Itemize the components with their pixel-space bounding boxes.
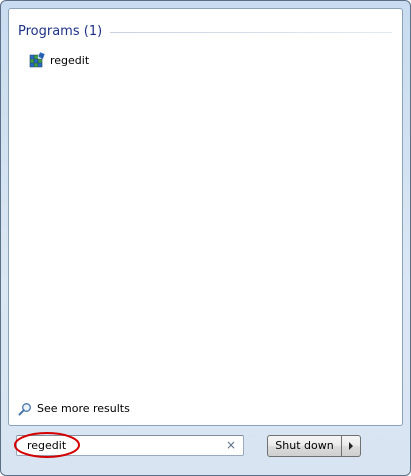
search-results-pane: Programs (1) regedit See more results bbox=[8, 8, 403, 426]
clear-search-icon[interactable]: × bbox=[225, 438, 237, 453]
result-label: regedit bbox=[50, 53, 90, 67]
start-menu: Programs (1) regedit See more results re… bbox=[0, 0, 411, 476]
see-more-results-link[interactable]: See more results bbox=[18, 400, 130, 416]
magnifier-icon bbox=[18, 401, 32, 416]
regedit-icon bbox=[29, 52, 45, 68]
see-more-label: See more results bbox=[37, 401, 130, 415]
shut-down-button[interactable]: Shut down bbox=[267, 435, 342, 457]
shutdown-group: Shut down bbox=[267, 435, 361, 457]
group-title[interactable]: Programs (1) bbox=[18, 24, 102, 39]
search-box[interactable]: × bbox=[16, 435, 244, 456]
chevron-right-icon bbox=[349, 442, 353, 450]
shutdown-options-button[interactable] bbox=[342, 435, 361, 457]
results-group-header: Programs (1) bbox=[18, 24, 392, 39]
result-item-regedit[interactable]: regedit bbox=[29, 51, 95, 69]
search-input[interactable] bbox=[27, 437, 222, 454]
group-separator bbox=[110, 32, 392, 33]
